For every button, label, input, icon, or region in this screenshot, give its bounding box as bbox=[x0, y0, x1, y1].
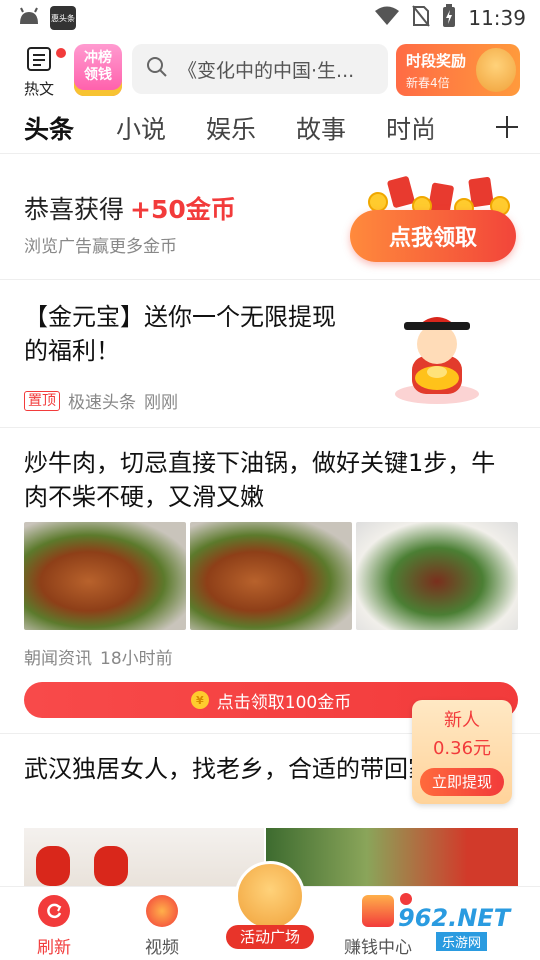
nav-activity-square[interactable]: 活动广场 bbox=[222, 861, 318, 957]
battery-charging-icon bbox=[442, 3, 456, 33]
news-meta: 朝闻资讯 18小时前 bbox=[24, 644, 173, 669]
coin-icon: ¥ bbox=[190, 691, 209, 709]
news-source: 朝闻资讯 bbox=[24, 649, 92, 669]
tab-headlines[interactable]: 头条 bbox=[24, 110, 74, 146]
news-time: 18小时前 bbox=[100, 649, 173, 669]
coin-reward-title: 恭喜获得 +50金币 bbox=[24, 190, 236, 226]
clock-text: 11:39 bbox=[468, 6, 526, 30]
news-meta: 置顶 极速头条 刚刚 bbox=[24, 388, 178, 413]
notification-dot bbox=[56, 48, 66, 58]
tab-entertainment[interactable]: 娱乐 bbox=[206, 110, 256, 146]
news-item-pinned[interactable]: 【金元宝】送你一个无限提现的福利！ 置顶 极速头条 刚刚 bbox=[0, 282, 540, 428]
new-user-cash-widget[interactable]: 新人 0.36元 立即提现 bbox=[412, 700, 512, 804]
search-icon bbox=[146, 56, 168, 82]
lantern-icon bbox=[94, 846, 128, 886]
coin-reward-banner: 恭喜获得 +50金币 浏览广告赢更多金币 点我领取 bbox=[0, 162, 540, 280]
news-time: 刚刚 bbox=[144, 393, 178, 413]
wifi-icon bbox=[374, 6, 400, 31]
android-icon bbox=[18, 6, 40, 30]
add-channel-icon[interactable] bbox=[494, 110, 520, 148]
period-reward-button[interactable]: 时段奖励 新春4倍 bbox=[396, 44, 520, 96]
app-notification-icon: 惠头条 bbox=[50, 6, 76, 30]
new-user-label: 新人 bbox=[444, 710, 480, 731]
document-list-icon bbox=[26, 46, 52, 76]
refresh-icon bbox=[38, 895, 70, 927]
watermark-logo: 962.NET bbox=[398, 904, 511, 932]
watermark-text: 乐游网 bbox=[436, 932, 488, 951]
beef-dish-image bbox=[24, 522, 186, 630]
top-header: 热文 冲榜 领钱 《变化中的中国·生... 时段奖励 新春4倍 bbox=[0, 40, 540, 100]
new-user-amount: 0.36元 bbox=[432, 738, 492, 759]
channel-tabs: 头条 小说 娱乐 故事 时尚 bbox=[0, 104, 540, 154]
nav-refresh[interactable]: 刷新 bbox=[4, 895, 104, 958]
tab-stories[interactable]: 故事 bbox=[296, 110, 346, 146]
news-source: 极速头条 bbox=[68, 393, 136, 413]
beef-dish-image bbox=[190, 522, 352, 630]
tiger-mascot-icon bbox=[476, 48, 516, 92]
rank-earn-button[interactable]: 冲榜 领钱 bbox=[74, 44, 122, 96]
video-icon bbox=[146, 895, 178, 927]
site-watermark: 962.NET 乐游网 bbox=[398, 904, 534, 956]
rank-label-line1: 冲榜 bbox=[84, 50, 112, 66]
god-of-wealth-image bbox=[382, 298, 492, 408]
news-headline: 炒牛肉，切忌直接下油锅，做好关键1步，牛肉不柴不硬，又滑又嫩 bbox=[24, 449, 496, 511]
nav-activity-label: 活动广场 bbox=[226, 925, 314, 949]
status-bar: 惠头条 11:39 bbox=[0, 0, 540, 36]
search-bar[interactable]: 《变化中的中国·生... bbox=[132, 44, 388, 94]
news-headline: 【金元宝】送你一个无限提现的福利！ bbox=[24, 303, 336, 365]
pinned-badge: 置顶 bbox=[24, 390, 60, 411]
lantern-icon bbox=[36, 846, 70, 886]
earn-center-icon bbox=[362, 895, 394, 927]
coin-amount: +50金币 bbox=[130, 195, 236, 224]
withdraw-now-button[interactable]: 立即提现 bbox=[420, 768, 504, 796]
beef-dish-image bbox=[356, 522, 518, 630]
nav-video-label: 视频 bbox=[145, 938, 179, 958]
nav-video[interactable]: 视频 bbox=[112, 895, 212, 958]
search-placeholder: 《变化中的中国·生... bbox=[178, 59, 355, 82]
coin-reward-text: 恭喜获得 bbox=[24, 195, 125, 224]
coin-reward-subtitle: 浏览广告赢更多金币 bbox=[24, 237, 177, 257]
tiger-mascot-icon bbox=[235, 861, 305, 931]
claim-100-coins-label: 点击领取100金币 bbox=[216, 692, 352, 713]
nav-refresh-label: 刷新 bbox=[37, 938, 71, 958]
tab-novel[interactable]: 小说 bbox=[116, 110, 166, 146]
hot-articles-button[interactable]: 热文 bbox=[18, 46, 66, 98]
rank-label-line2: 领钱 bbox=[84, 67, 112, 83]
tabs-fade bbox=[426, 104, 486, 152]
claim-coins-button[interactable]: 点我领取 bbox=[350, 210, 516, 262]
news-thumbnails bbox=[24, 522, 518, 630]
red-envelopes-icon bbox=[360, 174, 510, 218]
no-sim-icon bbox=[412, 4, 431, 32]
hot-articles-label: 热文 bbox=[23, 80, 54, 98]
news-item-beef[interactable]: 炒牛肉，切忌直接下油锅，做好关键1步，牛肉不柴不硬，又滑又嫩 朝闻资讯 18小时… bbox=[0, 428, 540, 734]
